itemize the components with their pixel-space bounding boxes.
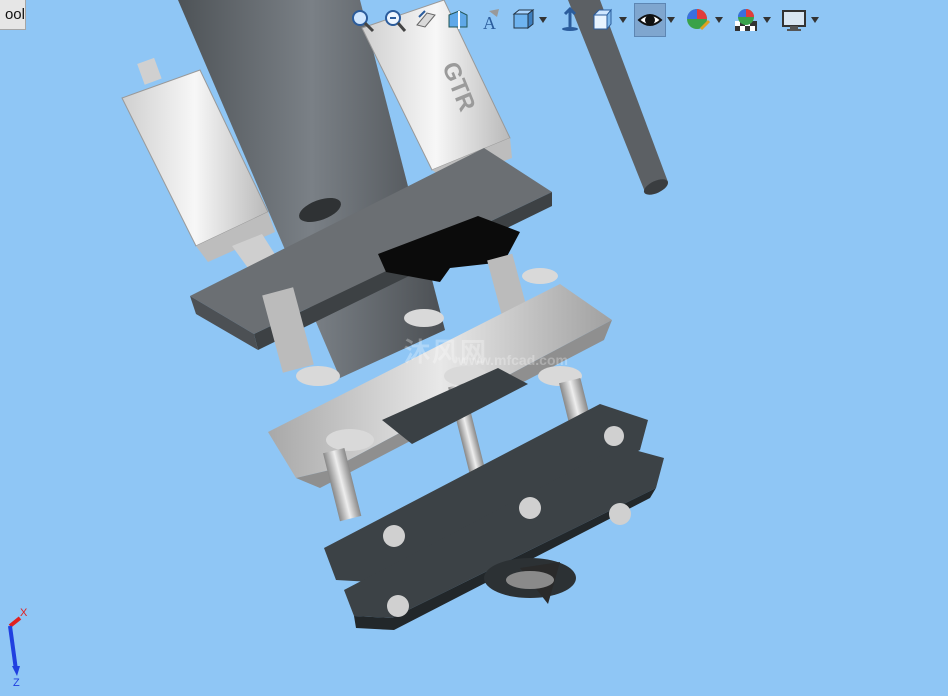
section-view-button[interactable] — [442, 3, 474, 37]
z-axis-label: Z — [13, 677, 20, 689]
view-orientation-dropdown[interactable] — [538, 3, 548, 37]
hide-show-items-button[interactable] — [634, 3, 666, 37]
assembly-model[interactable]: GTR — [0, 0, 948, 696]
view-settings-button[interactable] — [778, 3, 810, 37]
zoom-to-fit-icon — [352, 10, 375, 33]
hide-show-dropdown[interactable] — [618, 3, 628, 37]
hide-show-button[interactable] — [586, 3, 618, 37]
hide-show-items-dropdown[interactable] — [666, 3, 676, 37]
view-orientation-icon — [512, 8, 535, 30]
z-axis-line — [8, 625, 18, 671]
view-settings-dropdown[interactable] — [810, 3, 820, 37]
appearance-sphere-icon — [687, 9, 711, 31]
zoom-to-fit-button[interactable] — [346, 3, 378, 37]
nozzle-tip — [484, 558, 576, 604]
dynamic-annotation-button[interactable]: A — [474, 3, 506, 37]
graphics-viewport[interactable]: GTR 沐风网 www.mfcad.com ool A X Z — [0, 0, 948, 696]
chevron-down-icon — [715, 17, 723, 23]
x-axis-line — [8, 616, 22, 628]
reference-triad: X Z — [8, 607, 28, 689]
x-axis-label: X — [20, 607, 28, 619]
apply-scene-dropdown[interactable] — [762, 3, 772, 37]
edit-appearance-dropdown[interactable] — [714, 3, 724, 37]
chevron-down-icon — [763, 17, 771, 23]
edit-appearance-button[interactable] — [682, 3, 714, 37]
chevron-down-icon — [539, 17, 547, 23]
scene-icon — [735, 9, 757, 31]
window-tab-stub[interactable]: ool — [0, 0, 26, 30]
previous-view-button[interactable] — [410, 3, 442, 37]
display-style-icon — [562, 7, 578, 31]
heads-up-view-toolbar: A — [346, 2, 820, 38]
zoom-area-icon — [385, 10, 407, 32]
cube-icon — [592, 8, 613, 31]
chevron-down-icon — [667, 17, 675, 23]
display-style-button[interactable] — [554, 3, 586, 37]
chevron-down-icon — [619, 17, 627, 23]
section-view-icon — [448, 10, 468, 29]
monitor-icon — [782, 10, 806, 31]
dynamic-annotation-icon: A — [483, 9, 499, 33]
svg-text:A: A — [483, 13, 496, 33]
zoom-area-button[interactable] — [378, 3, 410, 37]
chevron-down-icon — [811, 17, 819, 23]
previous-view-icon — [416, 10, 436, 28]
apply-scene-button[interactable] — [730, 3, 762, 37]
view-orientation-button[interactable] — [506, 3, 538, 37]
eye-icon — [637, 14, 663, 26]
